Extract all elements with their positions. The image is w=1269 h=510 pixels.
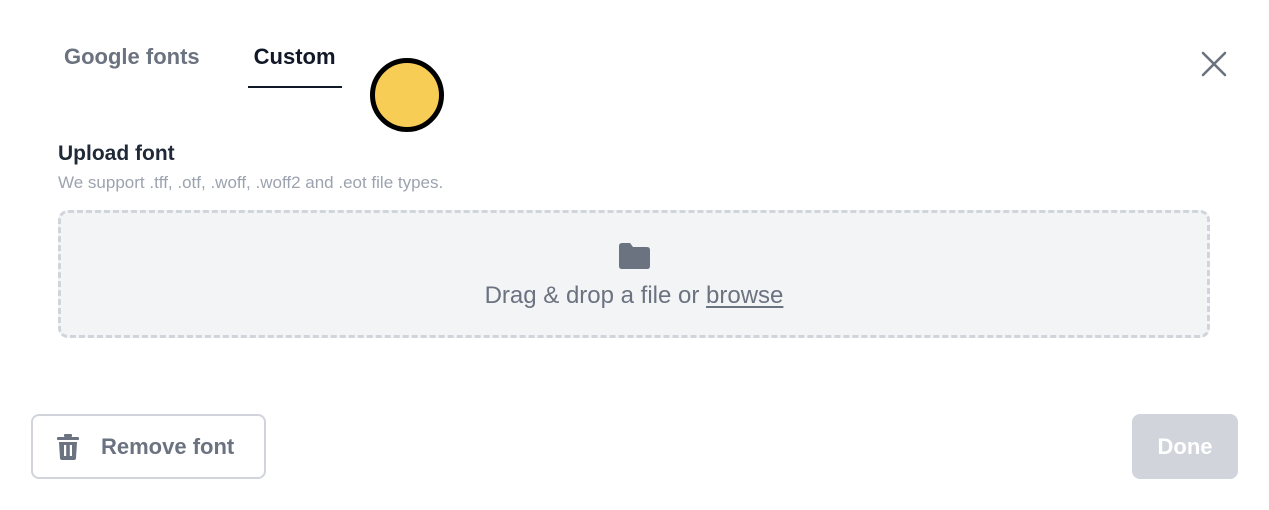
tab-google-fonts[interactable]: Google fonts — [58, 36, 206, 88]
close-button[interactable] — [1196, 46, 1232, 82]
done-button[interactable]: Done — [1132, 414, 1238, 479]
close-icon — [1201, 51, 1227, 77]
remove-font-button[interactable]: Remove font — [31, 414, 266, 479]
dropzone-text: Drag & drop a file or browse — [484, 282, 784, 309]
trash-icon — [57, 433, 79, 460]
tab-custom[interactable]: Custom — [247, 36, 342, 88]
supported-types-hint: We support .tff, .otf, .woff, .woff2 and… — [58, 173, 444, 192]
font-source-tabs: Google fonts Custom — [58, 36, 342, 90]
cursor-highlight — [370, 58, 444, 132]
font-dropzone[interactable]: Drag & drop a file or browse — [58, 210, 1210, 338]
browse-link[interactable]: browse — [706, 282, 783, 309]
remove-font-label: Remove font — [101, 433, 235, 459]
folder-icon — [619, 243, 650, 269]
upload-font-title: Upload font — [58, 142, 175, 165]
